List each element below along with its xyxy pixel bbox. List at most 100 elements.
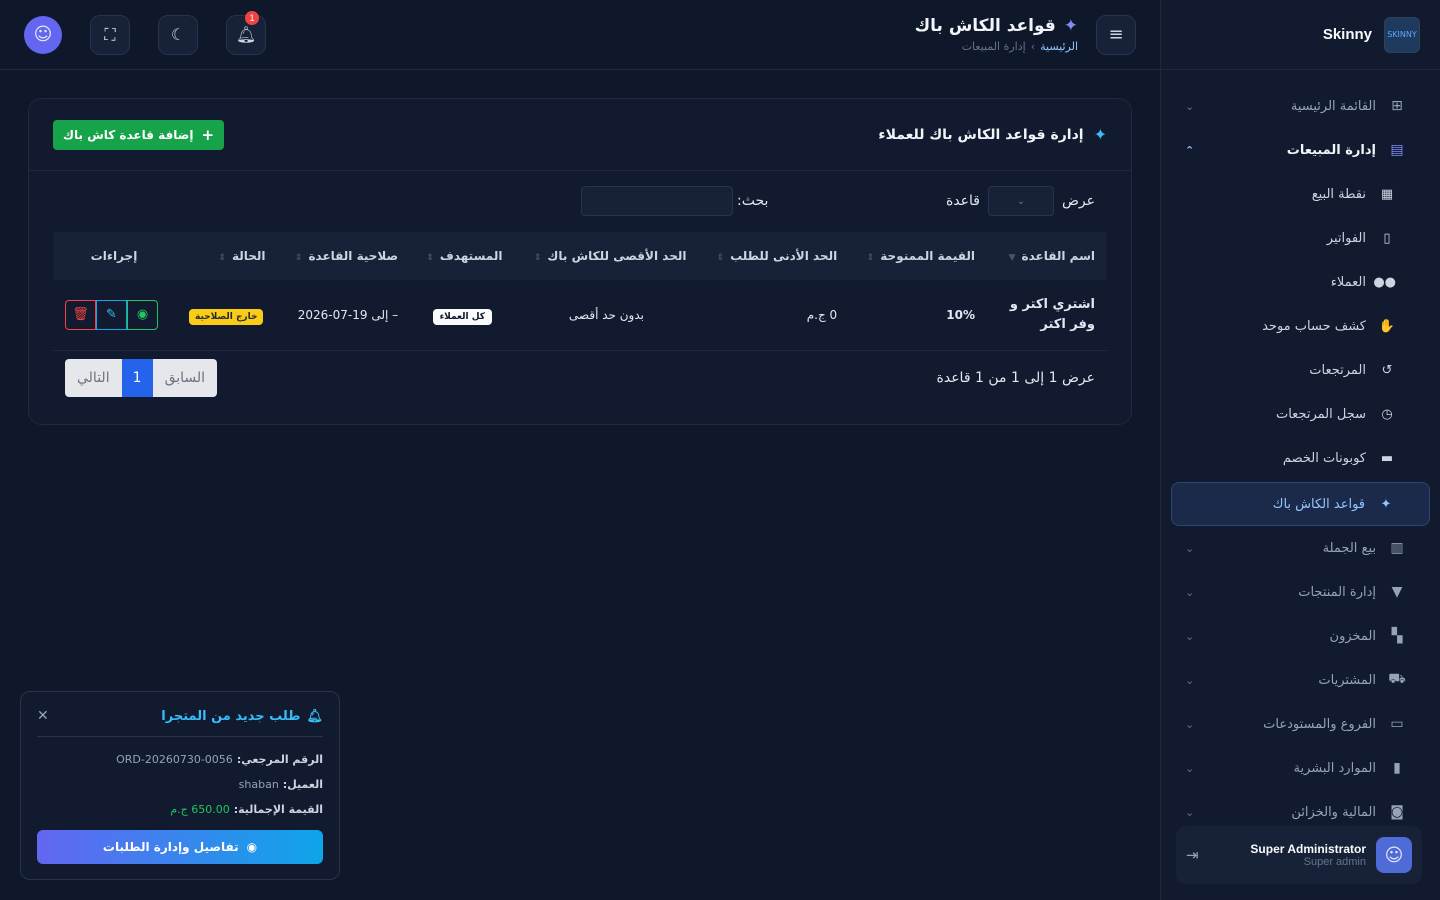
sidebar-item-label: بيع الجملة (1322, 540, 1376, 556)
id-badge-icon: ▮ (1393, 760, 1401, 776)
warehouse-icon: ▥ (1390, 540, 1404, 556)
sidebar-item-label: الموارد البشرية (1293, 760, 1376, 776)
page-title-text: قواعد الكاش باك (914, 16, 1056, 36)
notification-badge: 1 (245, 10, 259, 25)
toggle-icon: ◉ (136, 307, 149, 323)
target-badge: كل العملاء (432, 308, 492, 325)
prev-page-button[interactable]: السابق (152, 359, 218, 397)
sort-icon: ⇕ (716, 253, 725, 263)
table-footer: عرض 1 إلى 1 من 1 قاعدة التالي 1 السابق (65, 359, 1095, 397)
cashback-card: ✦ إدارة قواعد الكاش باك للعملاء + إضافة … (28, 98, 1132, 425)
col-min-order[interactable]: الحد الأدنى للطلب⇕ (698, 232, 850, 280)
cell-rule-name: اشتري اكتر و وفر اكتر (987, 280, 1107, 351)
theme-toggle-button[interactable]: ☾ (158, 14, 198, 55)
shirt-icon: ▼ (1391, 584, 1403, 600)
card-title-text: إدارة قواعد الكاش باك للعملاء (878, 126, 1084, 143)
search-input[interactable] (581, 186, 733, 216)
breadcrumb-home[interactable]: الرئيسية (1040, 40, 1078, 53)
brand-name: Skinny (1322, 26, 1372, 43)
sidebar-subitem-label: سجل المرتجعات (1275, 406, 1366, 422)
cashback-rules-table: اسم القاعدة▼ القيمة الممنوحة⇕ الحد الأدن… (53, 232, 1107, 351)
sidebar-item-wholesale[interactable]: ▥ بيع الجملة ⌄ (1171, 526, 1430, 570)
sidebar-subitem-label: قواعد الكاش باك (1272, 496, 1365, 512)
sidebar-item-label: إدارة المنتجات (1298, 584, 1376, 600)
row-actions: 🗑︎ ✎ ◉ (65, 299, 163, 330)
sidebar-subitem-label: نقطة البيع (1311, 186, 1366, 202)
sidebar-subitem-label: العملاء (1330, 274, 1366, 290)
order-details-button[interactable]: ◉ تفاصيل وإدارة الطلبات (37, 830, 323, 864)
chevron-down-icon: ⌄ (1185, 629, 1195, 643)
notifications-button[interactable]: 🔔︎ 1 (226, 10, 266, 55)
sidebar-subitem-invoices[interactable]: ▯ الفواتير (1171, 216, 1430, 260)
header-actions: 🔔︎ 1 ☾ ⛶ ☺ (24, 10, 266, 55)
sidebar-item-hr[interactable]: ▮ الموارد البشرية ⌄ (1171, 746, 1430, 790)
menu-toggle-button[interactable]: ≡ (1096, 14, 1136, 55)
search-control: بحث: (581, 186, 768, 216)
sidebar-subitem-coupons[interactable]: ▬ كوبونات الخصم (1171, 436, 1430, 480)
sidebar-item-purchases[interactable]: ⛟ المشتريات ⌄ (1171, 658, 1430, 702)
toast-customer-row: العميل: shaban (238, 778, 323, 791)
sidebar-subitem-cashback[interactable]: ✦ قواعد الكاش باك (1171, 482, 1430, 526)
card-title: ✦ إدارة قواعد الكاش باك للعملاء (878, 125, 1107, 144)
delete-button[interactable]: 🗑︎ (65, 299, 96, 330)
edit-button[interactable]: ✎ (96, 299, 127, 330)
sidebar-subitem-returns-log[interactable]: ◷ سجل المرتجعات (1171, 392, 1430, 436)
toggle-status-button[interactable]: ◉ (127, 299, 158, 330)
bell-icon: 🔔︎ (235, 25, 257, 44)
users-icon: ●● (1373, 274, 1396, 290)
cell-max-cashback: بدون حد أقصى (514, 280, 699, 351)
sidebar-subitem-pos[interactable]: ▦ نقطة البيع (1171, 172, 1430, 216)
col-rule-name[interactable]: اسم القاعدة▼ (987, 232, 1107, 280)
col-status[interactable]: الحالة⇕ (174, 232, 278, 280)
brand[interactable]: SKINNY Skinny (1161, 0, 1440, 70)
sidebar-subitem-customers[interactable]: ●● العملاء (1171, 260, 1430, 304)
page-length-select[interactable]: ⌄ (987, 186, 1054, 216)
chevron-down-icon: ⌄ (1185, 541, 1195, 555)
breadcrumb-separator: › (1030, 40, 1036, 53)
sidebar-item-dashboard[interactable]: ⊞ القائمة الرئيسية ⌄ (1171, 84, 1430, 128)
page-button-1[interactable]: 1 (121, 359, 153, 397)
sidebar-item-branches[interactable]: ▭ الفروع والمستودعات ⌄ (1171, 702, 1430, 746)
search-label: بحث: (737, 193, 769, 209)
chevron-down-icon: ⌄ (1185, 805, 1195, 819)
cell-min-order: 0 ج.م (698, 280, 850, 351)
sidebar-item-label: الفروع والمستودعات (1263, 716, 1376, 732)
sort-icon: ⇕ (294, 253, 303, 263)
chevron-down-icon: ⌄ (1185, 761, 1195, 775)
money-icon: ◙ (1390, 804, 1404, 820)
col-target[interactable]: المستهدف⇕ (410, 232, 515, 280)
avatar[interactable]: ☺ (1376, 837, 1412, 873)
logout-icon[interactable]: ⇥ (1186, 846, 1199, 864)
col-value[interactable]: القيمة الممنوحة⇕ (849, 232, 987, 280)
next-page-button[interactable]: التالي (65, 359, 122, 397)
sidebar-subitem-label: كوبونات الخصم (1282, 450, 1366, 466)
col-validity[interactable]: صلاحية القاعدة⇕ (277, 232, 411, 280)
fullscreen-button[interactable]: ⛶ (90, 14, 130, 55)
top-header: ≡ ✦ قواعد الكاش باك الرئيسية › إدارة الم… (0, 0, 1160, 70)
toast-header: 🔔︎ طلب جديد من المتجرا ✕ (37, 708, 323, 737)
chevron-up-icon: ⌃ (1185, 143, 1195, 157)
sidebar-item-label: إدارة المبيعات (1286, 142, 1376, 158)
sort-icon: ⇕ (533, 253, 542, 263)
cell-validity: – إلى 19-07-2026 (277, 280, 411, 351)
chevron-down-icon: ⌄ (1185, 673, 1195, 687)
sidebar-item-sales[interactable]: ▤ إدارة المبيعات ⌃ (1171, 128, 1430, 172)
col-max-cashback[interactable]: الحد الأقصى للكاش باك⇕ (514, 232, 699, 280)
sidebar-item-label: المخزون (1329, 628, 1376, 644)
close-icon[interactable]: ✕ (37, 708, 49, 724)
add-cashback-rule-button[interactable]: + إضافة قاعدة كاش باك (53, 119, 225, 150)
sidebar-item-products[interactable]: ▼ إدارة المنتجات ⌄ (1171, 570, 1430, 614)
sidebar-subitem-returns[interactable]: ↺ المرتجعات (1171, 348, 1430, 392)
sidebar-item-inventory[interactable]: ▚ المخزون ⌄ (1171, 614, 1430, 658)
header-avatar[interactable]: ☺ (24, 15, 62, 54)
sort-icon: ▼ (1008, 253, 1016, 263)
sort-icon: ⇕ (218, 253, 226, 263)
chevron-down-icon: ⌄ (1016, 195, 1026, 207)
edit-icon: ✎ (106, 307, 117, 323)
new-order-toast: 🔔︎ طلب جديد من المتجرا ✕ الرقم المرجعي: … (20, 691, 340, 880)
sidebar-subitem-statement[interactable]: ✋ كشف حساب موحد (1171, 304, 1430, 348)
sidebar-nav: ⊞ القائمة الرئيسية ⌄ ▤ إدارة المبيعات ⌃ … (1161, 70, 1440, 834)
table-info: عرض 1 إلى 1 من 1 قاعدة (936, 370, 1095, 386)
col-actions: إجراءات (53, 232, 175, 280)
cart-icon: ⛟ (1388, 671, 1406, 687)
